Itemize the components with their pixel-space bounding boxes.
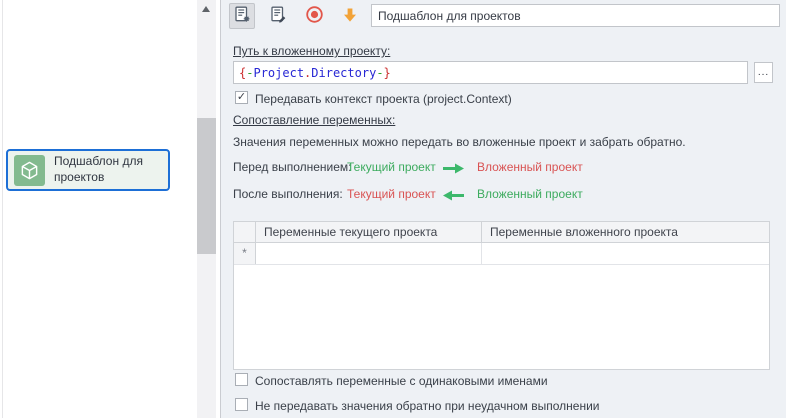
node-label: Подшаблон для проектов [54,154,143,184]
download-arrow-icon [342,7,358,26]
pass-context-checkbox[interactable]: ✓ [235,91,248,104]
record-icon [305,5,324,27]
canvas-node-subtemplate[interactable]: Подшаблон для проектов [6,149,170,191]
scroll-up-arrow-icon[interactable] [202,6,210,12]
canvas-vertical-scrollbar[interactable] [197,0,216,418]
before-execution-label: Перед выполнением: [233,160,352,174]
cube-icon [14,154,45,186]
table-corner-cell[interactable] [234,222,256,242]
action-rename-button[interactable] [265,3,291,29]
match-names-checkbox[interactable] [235,373,248,386]
new-row-marker[interactable]: * [234,243,256,264]
new-row-cell-nested[interactable] [482,243,769,264]
table-header-row: Переменные текущего проекта Переменные в… [234,222,769,243]
column-header-current-project[interactable]: Переменные текущего проекта [256,222,482,242]
no-backward-checkbox[interactable] [235,398,248,411]
after-target-project: Текущий проект [347,187,436,201]
pass-context-label: Передавать контекст проекта (project.Con… [255,92,512,106]
subproject-path-input[interactable]: {- Project. Directory -} [233,61,748,84]
action-properties-button[interactable] [229,3,255,29]
record-button[interactable] [301,3,327,29]
transfer-left-arrow-icon [443,190,464,204]
document-gear-icon [234,6,251,26]
column-header-nested-project[interactable]: Переменные вложенного проекта [482,222,769,242]
action-name-input[interactable] [371,4,780,27]
after-execution-label: После выполнения: [233,187,343,201]
new-row-cell-current[interactable] [256,243,482,264]
canvas-left-edge [2,0,3,418]
variables-mapping-table: Переменные текущего проекта Переменные в… [233,221,770,370]
browse-button[interactable]: ... [754,62,773,83]
mapping-hint-text: Значения переменных можно передать во вл… [233,135,686,149]
checkmark-icon: ✓ [236,91,247,103]
mapping-section-label: Сопоставление переменных: [233,113,396,127]
no-backward-label: Не передавать значения обратно при неуда… [255,399,600,413]
table-new-row: * [234,243,769,265]
after-source-project: Вложенный проект [477,187,583,201]
transfer-right-arrow-icon [443,163,464,177]
document-edit-icon [270,6,287,26]
before-source-project: Текущий проект [347,160,436,174]
match-names-label: Сопоставлять переменные с одинаковыми им… [255,374,548,388]
subtemplate-action-editor: Подшаблон для проектов Подшаблон для про… [0,0,786,418]
move-down-button[interactable] [337,3,363,29]
before-target-project: Вложенный проект [477,160,583,174]
path-section-label: Путь к вложенному проекту: [233,44,391,58]
scrollbar-thumb[interactable] [197,118,216,254]
